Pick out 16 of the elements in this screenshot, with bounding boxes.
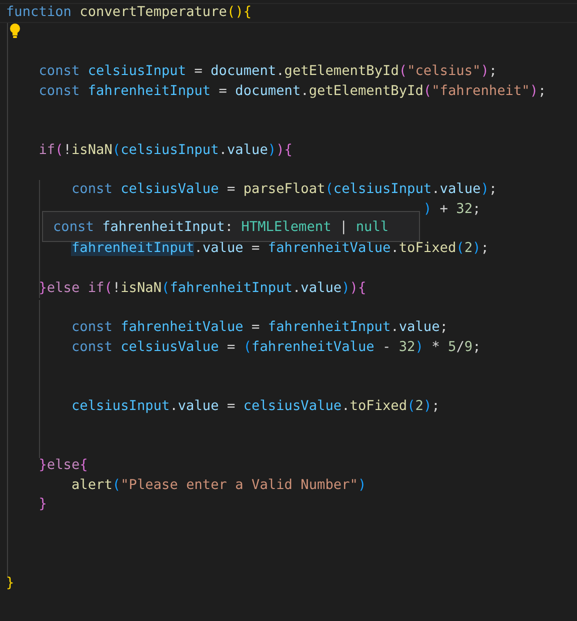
code-line: }else{ [38,456,88,473]
code-line: const celsiusValue = parseFloat(celsiusInput.value); [70,181,498,198]
code-line: } [38,496,47,512]
code-line: const fahrenheitInput = document.getElementById("fahrenheit"); [38,82,546,99]
code-line: celsiusInput.value = celsiusValue.toFixed(2); [70,398,440,414]
code-line: } [6,574,14,591]
code-line: const celsiusInput = document.getElementById("celsius"); [38,63,498,80]
lightbulb-icon[interactable] [9,23,21,39]
hover-tooltip: const fahrenheitInput: HTMLElement | null [42,211,420,242]
code-line: alert("Please enter a Valid Number") [70,476,366,492]
code-line: const fahrenheitValue = fahrenheitInput.value; [70,319,448,335]
code-line: const celsiusValue = (fahrenheitValue - 32) * 5/9; [70,338,481,355]
code-line: ) + 32; [422,200,481,217]
code-line: function convertTemperature(){ [6,4,252,20]
code-line: if(!isNaN(celsiusInput.value)){ [38,142,292,158]
code-line: }else if(!isNaN(fahrenheitInput.value)){ [38,280,366,296]
